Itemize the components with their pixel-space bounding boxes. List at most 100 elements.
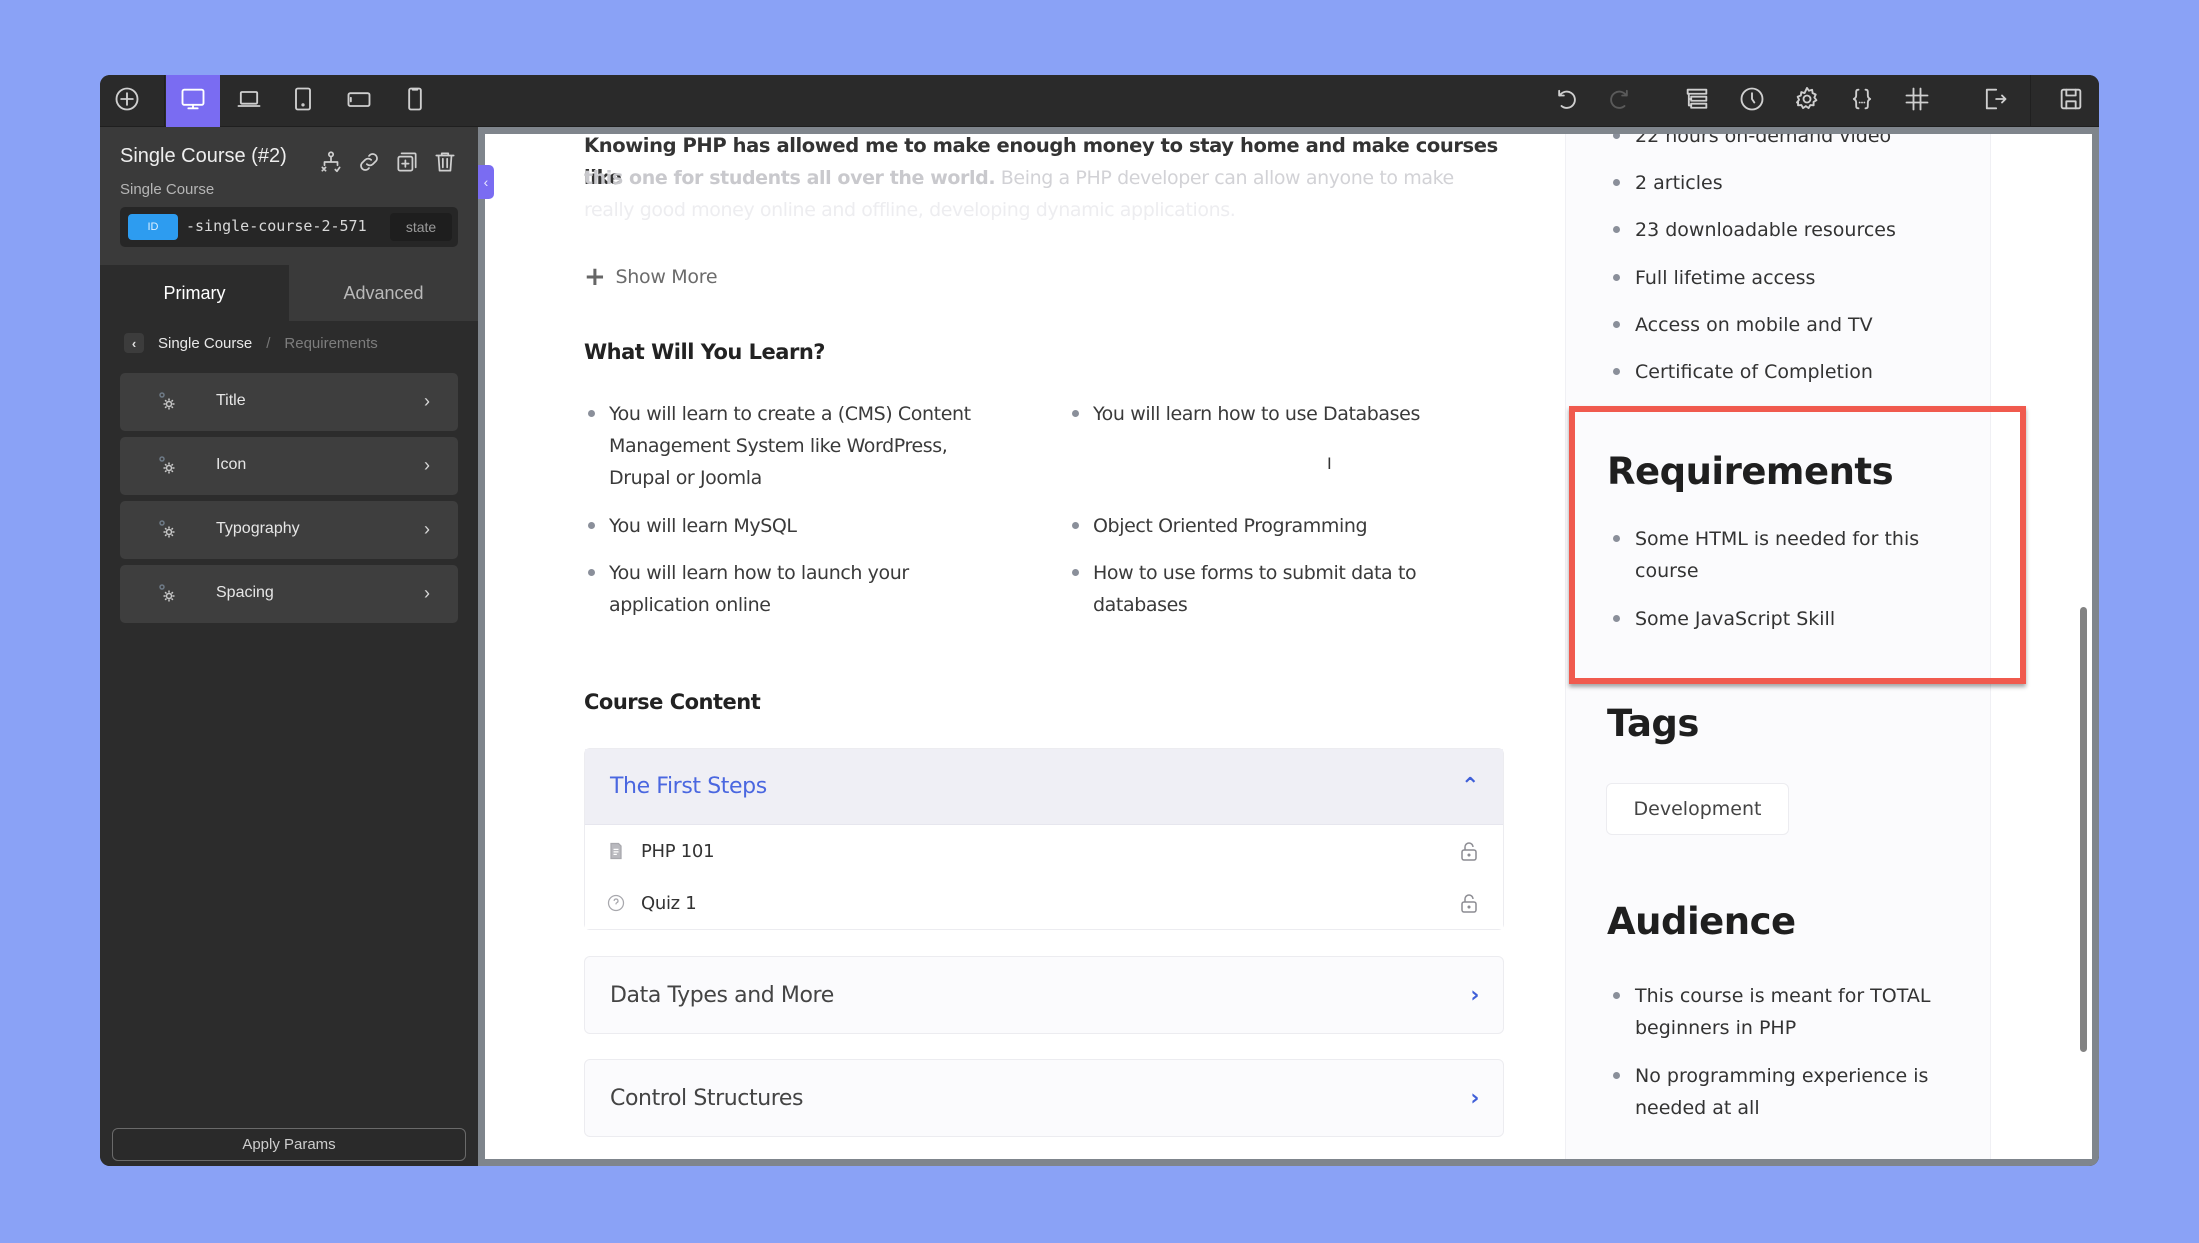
exit-icon [1981,85,2009,118]
apply-params-button[interactable]: Apply Params [112,1128,466,1161]
group-label: Title [216,392,246,409]
canvas-frame: Knowing PHP has allowed me to make enoug… [478,127,2099,1166]
custom-code-button[interactable] [1835,75,1889,127]
group-label: Spacing [216,584,274,601]
save-button[interactable] [2044,75,2098,127]
plus-icon: + [584,262,606,292]
redo-icon [1607,85,1635,118]
tablet-landscape-icon [345,85,373,118]
topic-header[interactable]: Data Types and More › [585,957,1503,1033]
lesson-name: Quiz 1 [641,892,697,914]
group-title[interactable]: Title › [120,373,458,431]
tab-primary[interactable]: Primary [100,265,289,321]
topic-control-structures: Control Structures › [584,1059,1504,1137]
include-item: 23 downloadable resources [1610,214,1950,246]
breadcrumb: ‹ Single Course / Requirements [124,332,378,354]
include-item: Access on mobile and TV [1610,309,1950,341]
id-badge[interactable]: ID [128,214,178,240]
top-toolbar [100,75,2099,127]
link-icon[interactable] [354,147,384,177]
device-mobile-button[interactable] [388,75,442,127]
chevron-right-icon: › [1470,1085,1479,1111]
selected-element-highlight[interactable] [1569,406,2026,684]
topic-title: Control Structures [610,1085,804,1111]
history-icon [1738,85,1766,118]
element-header: Single Course (#2) Single Course ID -sin… [100,127,478,265]
show-more-label: Show More [615,266,718,288]
include-item: 2 articles [1610,167,1950,199]
page-canvas[interactable]: Knowing PHP has allowed me to make enoug… [485,134,2092,1159]
audience-heading: Audience [1607,900,1796,943]
structure-icon [1683,85,1711,118]
breadcrumb-parent[interactable]: Single Course [158,335,252,352]
learn-item: You will learn to create a (CMS) Content… [584,398,984,494]
grid-button[interactable] [1890,75,1944,127]
lesson-item[interactable]: PHP 101 [585,825,1503,877]
topic-header[interactable]: Control Structures › [585,1060,1503,1136]
collapse-panel-button[interactable]: ‹ [478,165,494,199]
settings-button[interactable] [1780,75,1834,127]
undo-icon [1551,85,1579,118]
include-item: 22 hours on-demand video [1610,134,1950,152]
redo-button[interactable] [1594,75,1648,127]
history-button[interactable] [1725,75,1779,127]
chevron-left-icon: ‹ [483,174,489,190]
tab-advanced[interactable]: Advanced [289,265,478,321]
canvas-scrollbar[interactable] [2080,607,2087,1052]
undo-button[interactable] [1538,75,1592,127]
chevron-right-icon: › [424,583,430,603]
device-laptop-button[interactable] [222,75,276,127]
exit-button[interactable] [1968,75,2022,127]
document-icon [605,840,627,862]
intro-text-fade: this one for students all over the world… [584,162,1504,194]
topic-title: Data Types and More [610,982,834,1008]
learn-item: You will learn how to launch your applic… [584,557,984,621]
learn-item: How to use forms to submit data to datab… [1068,557,1468,621]
group-spacing[interactable]: Spacing › [120,565,458,623]
include-item: Certificate of Completion [1610,356,1950,388]
learn-item: You will learn MySQL [584,510,984,542]
intro-text-fade-2: really good money online and offline, de… [584,199,1236,221]
duplicate-icon[interactable] [392,147,422,177]
hash-icon [1903,85,1931,118]
include-item: Full lifetime access [1610,262,1950,294]
tablet-icon [289,85,317,118]
mobile-icon [401,85,429,118]
breadcrumb-separator: / [266,334,271,352]
show-more-button[interactable]: + Show More [584,262,718,292]
chevron-right-icon: › [424,391,430,411]
lesson-name: PHP 101 [641,840,715,862]
lesson-item[interactable]: Quiz 1 [585,877,1503,929]
structure-button[interactable] [1670,75,1724,127]
builder-window: Single Course (#2) Single Course ID -sin… [100,75,2099,1166]
learn-item: Object Oriented Programming [1068,510,1468,542]
element-type: Single Course [120,181,215,198]
group-typography[interactable]: Typography › [120,501,458,559]
group-icon[interactable]: Icon › [120,437,458,495]
learn-item: You will learn how to use Databases [1068,398,1468,430]
laptop-icon [235,85,263,118]
settings-icon [1793,85,1821,118]
audience-item: This course is meant for TOTAL beginners… [1610,980,1950,1044]
device-tablet-button[interactable] [276,75,330,127]
intro-text-rest: Being a PHP developer can allow anyone t… [995,167,1454,189]
conditions-icon[interactable] [316,147,346,177]
topic-header[interactable]: The First Steps ⌃ [585,749,1503,825]
chevron-right-icon: › [424,455,430,475]
tag-chip[interactable]: Development [1606,783,1789,835]
breadcrumb-current: Requirements [284,334,378,352]
device-desktop-button[interactable] [166,75,220,127]
group-label: Icon [216,456,247,473]
tags-heading: Tags [1607,702,1699,745]
device-tablet-landscape-button[interactable] [332,75,386,127]
css-id-field[interactable]: ID -single-course-2-571 state [120,207,458,247]
chevron-left-icon[interactable]: ‹ [124,333,144,353]
state-button[interactable]: state [390,213,452,241]
text-cursor-icon: I [1327,454,1332,473]
id-value[interactable]: -single-course-2-571 [186,217,367,235]
add-element-button[interactable] [100,75,154,127]
intro-text-bold-2: this one for students all over the world… [584,167,996,189]
group-label: Typography [216,520,300,537]
panel-tabs: Primary Advanced [100,265,478,321]
trash-icon[interactable] [430,147,460,177]
